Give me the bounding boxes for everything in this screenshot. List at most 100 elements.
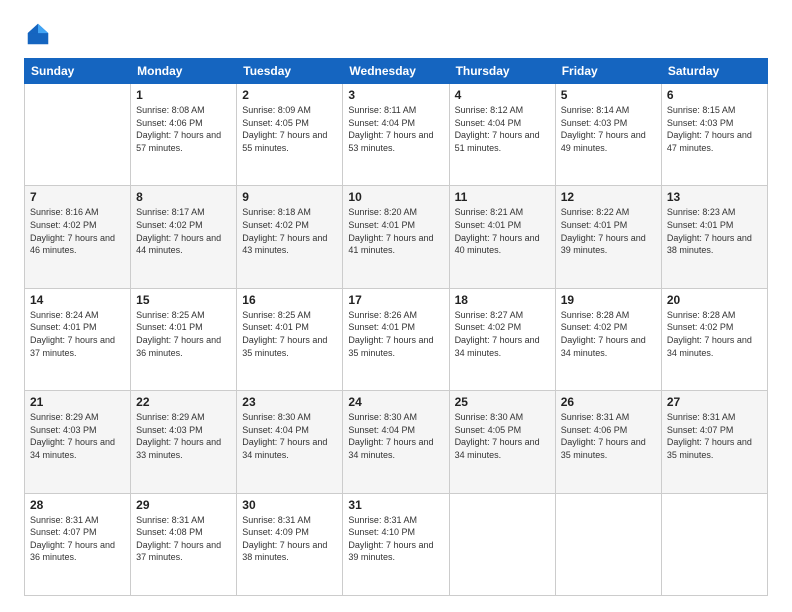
day-number: 8	[136, 190, 231, 204]
calendar-header-friday: Friday	[555, 59, 661, 84]
calendar-cell: 1 Sunrise: 8:08 AMSunset: 4:06 PMDaylight…	[131, 84, 237, 186]
calendar-cell: 11 Sunrise: 8:21 AMSunset: 4:01 PMDayligh…	[449, 186, 555, 288]
day-number: 13	[667, 190, 762, 204]
day-number: 29	[136, 498, 231, 512]
day-number: 7	[30, 190, 125, 204]
day-info: Sunrise: 8:09 AMSunset: 4:05 PMDaylight:…	[242, 104, 337, 154]
day-number: 19	[561, 293, 656, 307]
day-number: 27	[667, 395, 762, 409]
logo-icon	[24, 20, 52, 48]
calendar-cell: 6 Sunrise: 8:15 AMSunset: 4:03 PMDaylight…	[661, 84, 767, 186]
day-number: 31	[348, 498, 443, 512]
calendar-cell: 8 Sunrise: 8:17 AMSunset: 4:02 PMDaylight…	[131, 186, 237, 288]
day-info: Sunrise: 8:14 AMSunset: 4:03 PMDaylight:…	[561, 104, 656, 154]
day-info: Sunrise: 8:15 AMSunset: 4:03 PMDaylight:…	[667, 104, 762, 154]
calendar-cell: 3 Sunrise: 8:11 AMSunset: 4:04 PMDaylight…	[343, 84, 449, 186]
day-info: Sunrise: 8:25 AMSunset: 4:01 PMDaylight:…	[136, 309, 231, 359]
day-number: 17	[348, 293, 443, 307]
calendar-cell: 14 Sunrise: 8:24 AMSunset: 4:01 PMDayligh…	[25, 288, 131, 390]
calendar-header-monday: Monday	[131, 59, 237, 84]
day-number: 2	[242, 88, 337, 102]
day-number: 14	[30, 293, 125, 307]
calendar-cell: 20 Sunrise: 8:28 AMSunset: 4:02 PMDayligh…	[661, 288, 767, 390]
calendar-cell: 30Sunrise: 8:31 AMSunset: 4:09 PMDayligh…	[237, 493, 343, 595]
calendar-header-saturday: Saturday	[661, 59, 767, 84]
calendar-cell: 2 Sunrise: 8:09 AMSunset: 4:05 PMDaylight…	[237, 84, 343, 186]
day-info: Sunrise: 8:25 AMSunset: 4:01 PMDaylight:…	[242, 309, 337, 359]
day-info: Sunrise: 8:31 AMSunset: 4:09 PMDaylight:…	[242, 514, 337, 564]
calendar-cell: 21 Sunrise: 8:29 AMSunset: 4:03 PMDayligh…	[25, 391, 131, 493]
day-number: 4	[455, 88, 550, 102]
calendar-week-1: 1 Sunrise: 8:08 AMSunset: 4:06 PMDaylight…	[25, 84, 768, 186]
calendar-cell: 28 Sunrise: 8:31 AMSunset: 4:07 PMDayligh…	[25, 493, 131, 595]
calendar-cell: 7 Sunrise: 8:16 AMSunset: 4:02 PMDaylight…	[25, 186, 131, 288]
header	[24, 20, 768, 48]
calendar-header-row: SundayMondayTuesdayWednesdayThursdayFrid…	[25, 59, 768, 84]
calendar-week-4: 21 Sunrise: 8:29 AMSunset: 4:03 PMDayligh…	[25, 391, 768, 493]
day-info: Sunrise: 8:23 AMSunset: 4:01 PMDaylight:…	[667, 206, 762, 256]
calendar-header-wednesday: Wednesday	[343, 59, 449, 84]
day-number: 21	[30, 395, 125, 409]
calendar-cell: 12Sunrise: 8:22 AMSunset: 4:01 PMDayligh…	[555, 186, 661, 288]
day-info: Sunrise: 8:11 AMSunset: 4:04 PMDaylight:…	[348, 104, 443, 154]
day-info: Sunrise: 8:30 AMSunset: 4:04 PMDaylight:…	[348, 411, 443, 461]
day-number: 5	[561, 88, 656, 102]
day-number: 25	[455, 395, 550, 409]
day-info: Sunrise: 8:12 AMSunset: 4:04 PMDaylight:…	[455, 104, 550, 154]
day-number: 28	[30, 498, 125, 512]
calendar-cell: 18Sunrise: 8:27 AMSunset: 4:02 PMDayligh…	[449, 288, 555, 390]
calendar-header-thursday: Thursday	[449, 59, 555, 84]
calendar-cell	[449, 493, 555, 595]
day-info: Sunrise: 8:30 AMSunset: 4:04 PMDaylight:…	[242, 411, 337, 461]
day-info: Sunrise: 8:16 AMSunset: 4:02 PMDaylight:…	[30, 206, 125, 256]
day-info: Sunrise: 8:24 AMSunset: 4:01 PMDaylight:…	[30, 309, 125, 359]
day-number: 22	[136, 395, 231, 409]
day-number: 26	[561, 395, 656, 409]
day-number: 23	[242, 395, 337, 409]
calendar-week-3: 14 Sunrise: 8:24 AMSunset: 4:01 PMDayligh…	[25, 288, 768, 390]
day-number: 18	[455, 293, 550, 307]
calendar-cell: 24 Sunrise: 8:30 AMSunset: 4:04 PMDayligh…	[343, 391, 449, 493]
calendar-cell: 23 Sunrise: 8:30 AMSunset: 4:04 PMDayligh…	[237, 391, 343, 493]
day-number: 16	[242, 293, 337, 307]
calendar-cell: 25 Sunrise: 8:30 AMSunset: 4:05 PMDayligh…	[449, 391, 555, 493]
calendar-header-tuesday: Tuesday	[237, 59, 343, 84]
day-number: 20	[667, 293, 762, 307]
day-info: Sunrise: 8:26 AMSunset: 4:01 PMDaylight:…	[348, 309, 443, 359]
calendar-cell	[555, 493, 661, 595]
day-info: Sunrise: 8:17 AMSunset: 4:02 PMDaylight:…	[136, 206, 231, 256]
day-number: 3	[348, 88, 443, 102]
day-number: 1	[136, 88, 231, 102]
day-info: Sunrise: 8:31 AMSunset: 4:08 PMDaylight:…	[136, 514, 231, 564]
day-info: Sunrise: 8:21 AMSunset: 4:01 PMDaylight:…	[455, 206, 550, 256]
calendar-cell	[25, 84, 131, 186]
day-info: Sunrise: 8:31 AMSunset: 4:07 PMDaylight:…	[30, 514, 125, 564]
calendar-cell: 26 Sunrise: 8:31 AMSunset: 4:06 PMDayligh…	[555, 391, 661, 493]
day-info: Sunrise: 8:28 AMSunset: 4:02 PMDaylight:…	[667, 309, 762, 359]
calendar-cell: 10Sunrise: 8:20 AMSunset: 4:01 PMDayligh…	[343, 186, 449, 288]
day-number: 24	[348, 395, 443, 409]
day-info: Sunrise: 8:31 AMSunset: 4:06 PMDaylight:…	[561, 411, 656, 461]
day-info: Sunrise: 8:28 AMSunset: 4:02 PMDaylight:…	[561, 309, 656, 359]
calendar-cell: 4 Sunrise: 8:12 AMSunset: 4:04 PMDaylight…	[449, 84, 555, 186]
calendar-table: SundayMondayTuesdayWednesdayThursdayFrid…	[24, 58, 768, 596]
day-info: Sunrise: 8:31 AMSunset: 4:07 PMDaylight:…	[667, 411, 762, 461]
day-info: Sunrise: 8:22 AMSunset: 4:01 PMDaylight:…	[561, 206, 656, 256]
day-info: Sunrise: 8:08 AMSunset: 4:06 PMDaylight:…	[136, 104, 231, 154]
day-number: 11	[455, 190, 550, 204]
calendar-cell: 9Sunrise: 8:18 AMSunset: 4:02 PMDaylight…	[237, 186, 343, 288]
day-info: Sunrise: 8:29 AMSunset: 4:03 PMDaylight:…	[30, 411, 125, 461]
calendar-cell: 29 Sunrise: 8:31 AMSunset: 4:08 PMDayligh…	[131, 493, 237, 595]
page: SundayMondayTuesdayWednesdayThursdayFrid…	[0, 0, 792, 612]
calendar-cell: 13 Sunrise: 8:23 AMSunset: 4:01 PMDayligh…	[661, 186, 767, 288]
calendar-cell: 17 Sunrise: 8:26 AMSunset: 4:01 PMDayligh…	[343, 288, 449, 390]
day-number: 9	[242, 190, 337, 204]
day-number: 15	[136, 293, 231, 307]
day-info: Sunrise: 8:30 AMSunset: 4:05 PMDaylight:…	[455, 411, 550, 461]
calendar-week-5: 28 Sunrise: 8:31 AMSunset: 4:07 PMDayligh…	[25, 493, 768, 595]
calendar-cell: 27 Sunrise: 8:31 AMSunset: 4:07 PMDayligh…	[661, 391, 767, 493]
day-number: 6	[667, 88, 762, 102]
day-info: Sunrise: 8:29 AMSunset: 4:03 PMDaylight:…	[136, 411, 231, 461]
calendar-cell: 19 Sunrise: 8:28 AMSunset: 4:02 PMDayligh…	[555, 288, 661, 390]
calendar-cell: 5 Sunrise: 8:14 AMSunset: 4:03 PMDaylight…	[555, 84, 661, 186]
